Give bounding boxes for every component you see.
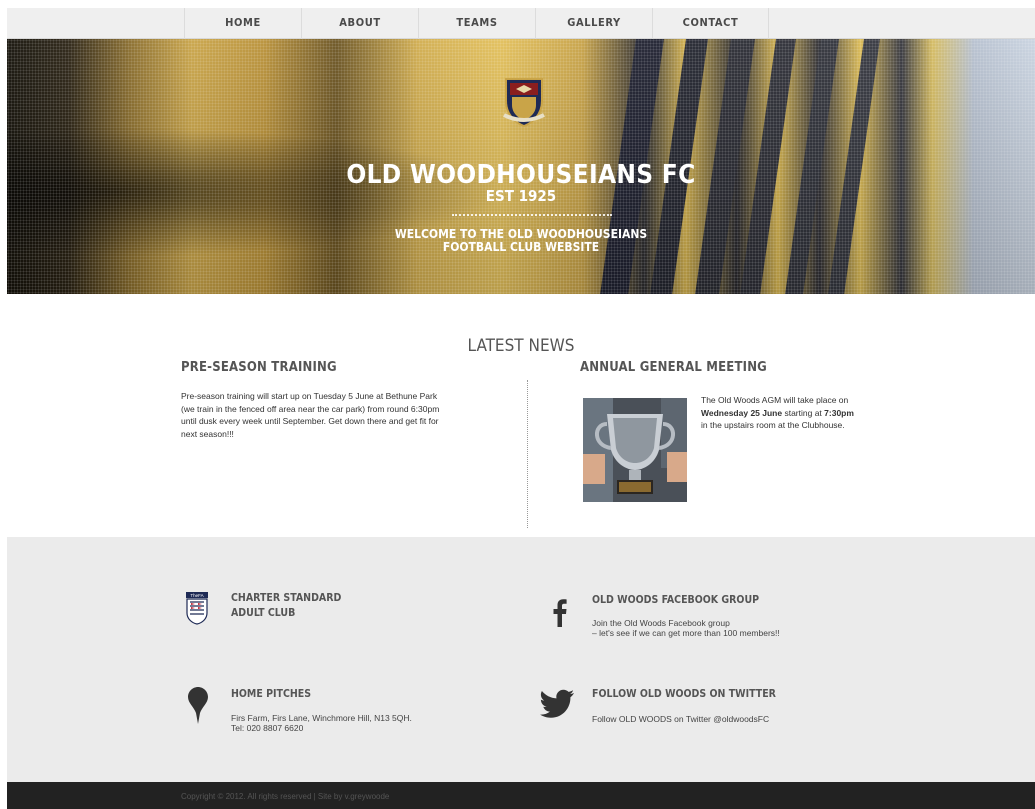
- copyright-text: Copyright © 2012. All rights reserved | …: [181, 792, 390, 801]
- charter-line2: ADULT CLUB: [231, 607, 296, 619]
- page: HOME ABOUT TEAMS GALLERY CONTACT OLD WOO…: [7, 8, 1035, 809]
- map-pin-icon: [188, 687, 208, 724]
- news-divider: [527, 380, 528, 528]
- agm-date: Wednesday 25 June: [701, 407, 783, 418]
- twitter-text: Follow OLD WOODS on Twitter @oldwoodsFC: [592, 714, 770, 724]
- trophy-image: [583, 398, 687, 502]
- agm-starting-at: starting at: [782, 407, 825, 418]
- hero-divider: [452, 214, 612, 216]
- info-section: TheFA CHARTER STANDARD ADULT CLUB OLD WO…: [7, 537, 1035, 782]
- hero-welcome: WELCOME TO THE OLD WOODHOUSEIANS FOOTBAL…: [7, 228, 1035, 254]
- twitter-heading[interactable]: FOLLOW OLD WOODS ON TWITTER: [592, 687, 776, 702]
- hero-welcome-line2: FOOTBALL CLUB WEBSITE: [442, 240, 600, 254]
- footer-bar: Copyright © 2012. All rights reserved | …: [7, 782, 1035, 809]
- facebook-line1: Join the Old Woods Facebook group: [592, 618, 730, 628]
- news-line: next season!!!: [181, 428, 234, 439]
- news-body-agm: The Old Woods AGM will take place on Wed…: [701, 394, 901, 432]
- nav-home[interactable]: HOME: [184, 8, 301, 39]
- news-line: Wednesday 25 June starting at 7:30pm: [701, 407, 901, 420]
- nav-about[interactable]: ABOUT: [301, 8, 418, 39]
- news-line: until dusk every week until September. G…: [181, 416, 439, 426]
- hero-subtitle: EST 1925: [485, 187, 557, 205]
- news-title-agm[interactable]: ANNUAL GENERAL MEETING: [580, 360, 767, 375]
- hero-banner: OLD WOODHOUSEIANS FC EST 1925 WELCOME TO…: [7, 39, 1035, 294]
- twitter-bird-icon[interactable]: [540, 689, 574, 719]
- fa-badge-text: TheFA: [190, 593, 203, 598]
- news-title-training[interactable]: PRE-SEASON TRAINING: [181, 360, 337, 375]
- pitches-heading: HOME PITCHES: [231, 688, 312, 700]
- trophy-photo: [583, 398, 687, 502]
- fa-crest-icon: TheFA: [186, 592, 208, 625]
- nav-contact[interactable]: CONTACT: [652, 8, 769, 39]
- nav-gallery[interactable]: GALLERY: [535, 8, 652, 39]
- facebook-heading[interactable]: OLD WOODS FACEBOOK GROUP: [592, 593, 759, 608]
- nav-list: HOME ABOUT TEAMS GALLERY CONTACT: [184, 8, 769, 39]
- news-heading: LATEST NEWS: [467, 336, 575, 356]
- main-nav: HOME ABOUT TEAMS GALLERY CONTACT: [7, 8, 1035, 39]
- news-body-training: Pre-season training will start up on Tue…: [181, 390, 511, 440]
- nav-teams[interactable]: TEAMS: [418, 8, 535, 39]
- news-line: The Old Woods AGM will take place on: [701, 395, 849, 405]
- facebook-icon[interactable]: [553, 599, 567, 627]
- agm-time: 7:30pm: [824, 407, 854, 418]
- charter-heading: CHARTER STANDARD ADULT CLUB: [231, 591, 341, 621]
- facebook-text: Join the Old Woods Facebook group – let'…: [592, 618, 780, 638]
- pitches-text: Firs Farm, Firs Lane, Winchmore Hill, N1…: [231, 713, 412, 733]
- club-crest-icon: [503, 78, 545, 127]
- pitches-line1: Firs Farm, Firs Lane, Winchmore Hill, N1…: [231, 713, 412, 723]
- pitches-line2: Tel: 020 8807 6620: [231, 723, 304, 733]
- hero-title: OLD WOODHOUSEIANS FC: [346, 160, 696, 190]
- news-line: in the upstairs room at the Clubhouse.: [701, 420, 845, 430]
- charter-line1: CHARTER STANDARD: [231, 592, 342, 604]
- facebook-line2: – let's see if we can get more than 100 …: [592, 628, 780, 638]
- news-line: (we train in the fenced off area near th…: [181, 403, 440, 414]
- news-line: Pre-season training will start up on Tue…: [181, 391, 438, 401]
